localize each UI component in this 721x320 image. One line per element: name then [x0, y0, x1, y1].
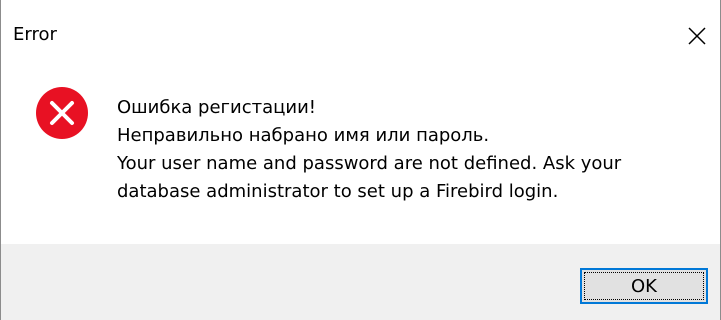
close-button[interactable] — [674, 14, 720, 58]
message-line-3: Your user name and password are not defi… — [117, 153, 622, 174]
ok-button[interactable]: OK — [580, 268, 708, 304]
close-icon — [688, 27, 706, 45]
message-line-1: Ошибка регистации! — [117, 97, 316, 118]
title-bar[interactable]: Error — [1, 0, 720, 78]
error-message: Ошибка регистации! Неправильно набрано и… — [117, 94, 621, 206]
error-dialog: Error Ошибка регистации! Неправильно наб… — [0, 0, 721, 320]
error-icon — [36, 87, 88, 139]
window-title: Error — [13, 24, 57, 45]
message-line-4: database administrator to set up a Fireb… — [117, 181, 559, 202]
dialog-content: Ошибка регистации! Неправильно набрано и… — [1, 78, 720, 244]
message-line-2: Неправильно набрано имя или пароль. — [117, 125, 490, 146]
button-bar: OK — [1, 244, 720, 320]
